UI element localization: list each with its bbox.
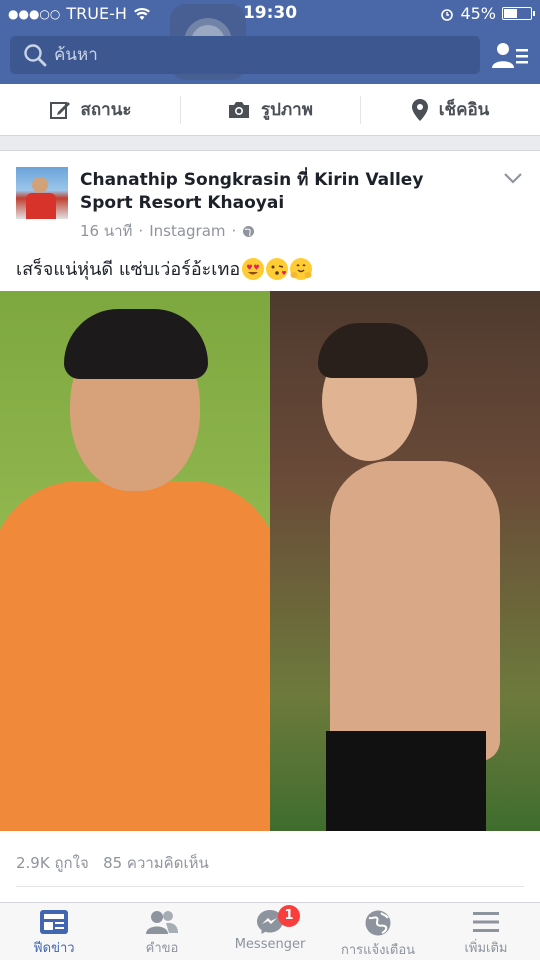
tab-label: เพิ่มเติม xyxy=(464,941,508,956)
status-bar: ●●●○○ TRUE-H 19:30 45% xyxy=(0,0,540,28)
photo-right-panel xyxy=(270,291,540,831)
hugging-face-emoji-icon xyxy=(290,257,313,280)
kiss-emoji-icon xyxy=(266,257,289,280)
battery-icon xyxy=(502,7,535,20)
tab-more[interactable]: เพิ่มเติม xyxy=(432,903,540,960)
avatar[interactable] xyxy=(16,167,68,219)
tab-label: การแจ้งเตือน xyxy=(340,943,416,958)
post-time[interactable]: 16 นาที xyxy=(80,219,132,243)
status-button[interactable]: สถานะ xyxy=(0,84,180,135)
friend-requests-icon xyxy=(146,911,178,934)
camera-icon xyxy=(229,101,250,118)
photo-left-panel xyxy=(0,291,270,831)
tab-label: คำขอ xyxy=(145,941,179,956)
battery-percent: 45% xyxy=(460,4,496,23)
post-text: เสร็จแน่หุ่นดี แซ่บเว่อร์อ้ะเทอ xyxy=(16,254,313,283)
globe-icon xyxy=(365,910,391,936)
comment-count[interactable]: 85 ความคิดเห็น xyxy=(103,854,209,872)
search-input[interactable] xyxy=(54,40,464,70)
menu-icon xyxy=(473,912,499,932)
tab-friend-requests[interactable]: คำขอ xyxy=(108,903,216,960)
search-icon xyxy=(24,44,47,67)
divider xyxy=(16,886,524,887)
messenger-badge: 1 xyxy=(278,905,300,927)
heart-eyes-emoji-icon xyxy=(242,257,265,280)
checkin-button[interactable]: เช็คอิน xyxy=(360,84,540,135)
post-stats[interactable]: 2.9K ถูกใจ 85 ความคิดเห็น xyxy=(16,851,209,875)
tab-label: Messenger xyxy=(234,937,306,952)
alarm-icon xyxy=(441,8,454,21)
search-bar[interactable] xyxy=(10,36,480,74)
tab-news-feed[interactable]: ฟีดข่าว xyxy=(0,903,108,960)
post-photo[interactable] xyxy=(0,291,540,831)
post-author-title[interactable]: Chanathip Songkrasin ที่ Kirin Valley Sp… xyxy=(80,169,480,215)
composer-actions: สถานะ รูปภาพ เช็คอิน xyxy=(0,84,540,136)
globe-privacy-icon xyxy=(243,225,255,237)
tab-notifications[interactable]: การแจ้งเตือน xyxy=(324,903,432,960)
post-source[interactable]: Instagram xyxy=(149,222,225,240)
photo-label: รูปภาพ xyxy=(261,100,313,120)
photo-button[interactable]: รูปภาพ xyxy=(180,84,360,135)
pencil-icon xyxy=(49,101,70,119)
tab-label: ฟีดข่าว xyxy=(33,941,75,956)
meta-separator: · xyxy=(231,222,237,240)
post-message: เสร็จแน่หุ่นดี แซ่บเว่อร์อ้ะเทอ xyxy=(16,259,241,280)
news-feed-icon xyxy=(40,910,68,934)
navigation-header: ●●●○○ TRUE-H 19:30 45% xyxy=(0,0,540,84)
chevron-down-icon[interactable] xyxy=(502,171,524,185)
bottom-tab-bar: ฟีดข่าว คำขอ 1 Messenger การแจ้งเตือน เพ… xyxy=(0,902,540,960)
meta-separator: · xyxy=(138,222,144,240)
status-right: 45% xyxy=(440,4,535,23)
post-meta: 16 นาที · Instagram · xyxy=(80,219,255,243)
feed-post: Chanathip Songkrasin ที่ Kirin Valley Sp… xyxy=(0,150,540,910)
friends-list-icon[interactable] xyxy=(490,40,530,72)
tab-messenger[interactable]: 1 Messenger xyxy=(216,903,324,960)
location-pin-icon xyxy=(411,98,428,121)
status-label: สถานะ xyxy=(80,100,132,120)
like-count[interactable]: 2.9K ถูกใจ xyxy=(16,854,89,872)
checkin-label: เช็คอิน xyxy=(438,100,490,120)
